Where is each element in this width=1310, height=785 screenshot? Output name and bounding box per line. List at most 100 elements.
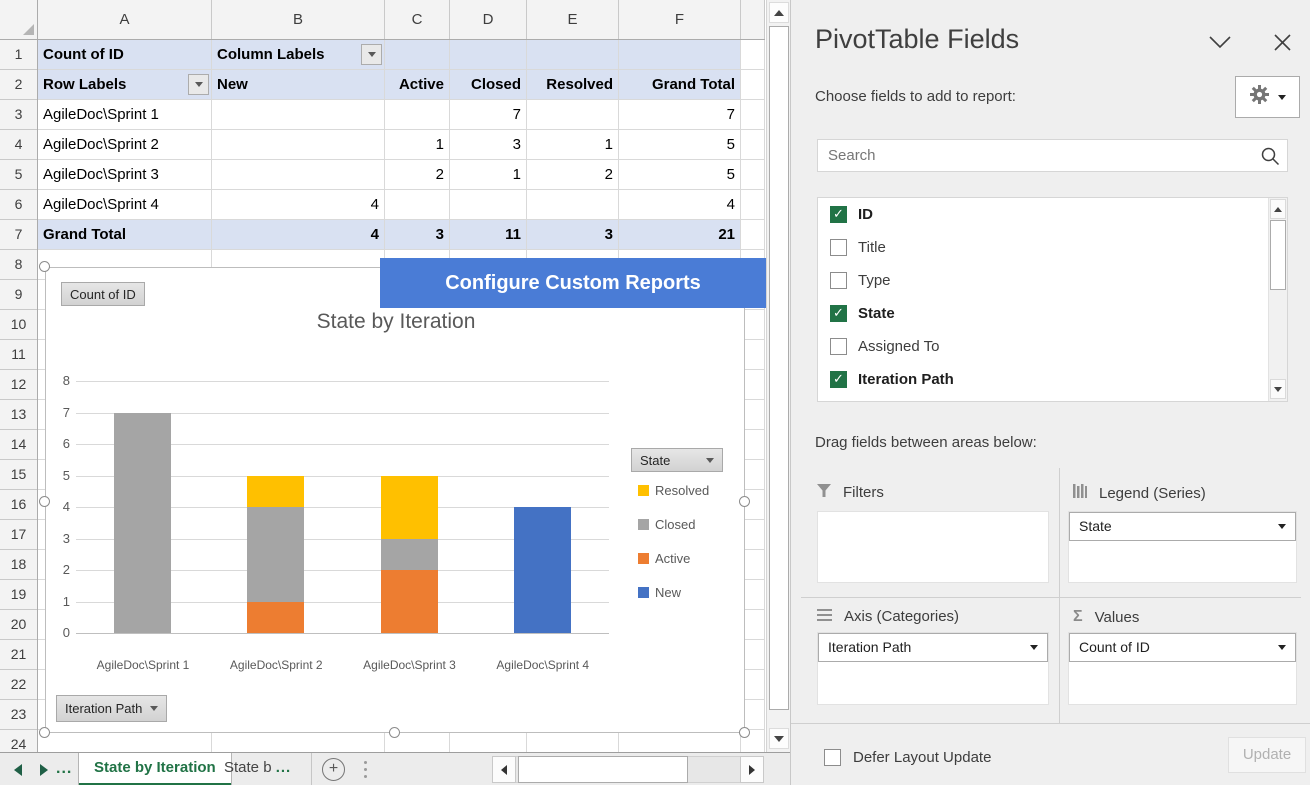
cell[interactable]: 3 <box>385 220 450 250</box>
cell[interactable] <box>527 730 619 752</box>
field-item-assigned-to[interactable]: Assigned To <box>818 330 1287 363</box>
cell[interactable] <box>212 730 385 752</box>
bar-resolved-3[interactable] <box>381 476 438 539</box>
scroll-down-button[interactable] <box>1270 379 1286 399</box>
legend-item-new[interactable]: New <box>638 575 709 609</box>
cell[interactable]: 4 <box>619 190 741 220</box>
chart-handle-bottom-left[interactable] <box>39 727 50 738</box>
vertical-scroll-thumb[interactable] <box>769 26 789 710</box>
row-header-20[interactable]: 20 <box>0 610 37 640</box>
tab-state-by-partial[interactable]: State b ... <box>212 753 312 785</box>
row-header-23[interactable]: 23 <box>0 700 37 730</box>
cell[interactable] <box>450 190 527 220</box>
cell[interactable]: Resolved <box>527 70 619 100</box>
cell[interactable]: Grand Total <box>619 70 741 100</box>
row-header-24[interactable]: 24 <box>0 730 37 752</box>
row-header-8[interactable]: 8 <box>0 250 37 280</box>
field-checkbox[interactable] <box>830 272 847 289</box>
cell[interactable]: AgileDoc\Sprint 3 <box>38 160 212 190</box>
cell[interactable]: 5 <box>619 130 741 160</box>
update-button[interactable]: Update <box>1228 737 1306 773</box>
bar-new-4[interactable] <box>514 507 571 633</box>
field-checkbox[interactable] <box>830 239 847 256</box>
axis-field-pill[interactable]: Iteration Path <box>818 633 1048 662</box>
chart-legend-field-button[interactable]: State <box>631 448 723 472</box>
bar-closed-3[interactable] <box>381 539 438 571</box>
chart-axis-field-button[interactable]: Iteration Path <box>56 695 167 722</box>
pivot-filter-dropdown[interactable] <box>361 44 382 65</box>
cell[interactable]: AgileDoc\Sprint 2 <box>38 130 212 160</box>
cell[interactable] <box>527 100 619 130</box>
field-item-id[interactable]: ✓ID <box>818 198 1287 231</box>
cell[interactable]: Column Labels <box>212 40 385 70</box>
field-checkbox[interactable]: ✓ <box>830 371 847 388</box>
row-header-5[interactable]: 5 <box>0 160 37 190</box>
cell[interactable] <box>527 40 619 70</box>
cell[interactable] <box>619 730 741 752</box>
row-header-7[interactable]: 7 <box>0 220 37 250</box>
cell[interactable] <box>212 130 385 160</box>
pivot-chart[interactable]: State by Iteration Count of ID State Res… <box>45 267 745 733</box>
scroll-up-button[interactable] <box>769 2 789 23</box>
pivot-filter-dropdown[interactable] <box>188 74 209 95</box>
cell[interactable]: 5 <box>619 160 741 190</box>
field-checkbox[interactable]: ✓ <box>830 305 847 322</box>
cell[interactable]: Closed <box>450 70 527 100</box>
row-header-13[interactable]: 13 <box>0 400 37 430</box>
cell[interactable]: Row Labels <box>38 70 212 100</box>
field-checkbox[interactable] <box>830 338 847 355</box>
column-header-F[interactable]: F <box>619 0 741 39</box>
cell[interactable]: 21 <box>619 220 741 250</box>
row-header-12[interactable]: 12 <box>0 370 37 400</box>
column-header-E[interactable]: E <box>527 0 619 39</box>
chart-handle-mid-right[interactable] <box>739 496 750 507</box>
cell[interactable]: 1 <box>450 160 527 190</box>
scroll-left-button[interactable] <box>492 756 516 783</box>
cell[interactable] <box>385 100 450 130</box>
tab-nav-right-icon[interactable] <box>40 764 48 776</box>
legend-drop-zone[interactable]: State <box>1068 511 1297 583</box>
values-field-pill[interactable]: Count of ID <box>1069 633 1296 662</box>
legend-item-closed[interactable]: Closed <box>638 507 709 541</box>
bar-resolved-2[interactable] <box>247 476 304 508</box>
cell[interactable]: 2 <box>527 160 619 190</box>
tab-nav-left-icon[interactable] <box>14 764 22 776</box>
column-header-A[interactable]: A <box>38 0 212 39</box>
row-header-4[interactable]: 4 <box>0 130 37 160</box>
cell[interactable]: AgileDoc\Sprint 4 <box>38 190 212 220</box>
row-header-9[interactable]: 9 <box>0 280 37 310</box>
legend-field-pill[interactable]: State <box>1069 512 1296 541</box>
tab-splitter-handle[interactable] <box>364 761 367 778</box>
scroll-right-button[interactable] <box>740 756 764 783</box>
bar-closed-2[interactable] <box>247 507 304 602</box>
row-header-10[interactable]: 10 <box>0 310 37 340</box>
more-sheets-indicator[interactable]: ... <box>56 753 72 785</box>
cell[interactable]: 2 <box>385 160 450 190</box>
defer-layout-checkbox[interactable] <box>824 749 841 766</box>
row-header-3[interactable]: 3 <box>0 100 37 130</box>
cell[interactable] <box>619 40 741 70</box>
chart-value-field-button[interactable]: Count of ID <box>61 282 145 306</box>
row-header-2[interactable]: 2 <box>0 70 37 100</box>
chart-handle-bottom-right[interactable] <box>739 727 750 738</box>
row-header-15[interactable]: 15 <box>0 460 37 490</box>
field-list-scroll-thumb[interactable] <box>1270 220 1286 290</box>
search-input[interactable] <box>817 139 1288 172</box>
cell[interactable] <box>741 160 765 190</box>
row-header-21[interactable]: 21 <box>0 640 37 670</box>
cell[interactable]: 3 <box>527 220 619 250</box>
row-header-18[interactable]: 18 <box>0 550 37 580</box>
cell[interactable]: Active <box>385 70 450 100</box>
row-header-14[interactable]: 14 <box>0 430 37 460</box>
bar-closed-1[interactable] <box>114 413 171 634</box>
cell[interactable]: 7 <box>450 100 527 130</box>
scroll-up-button[interactable] <box>1270 199 1286 219</box>
cell[interactable]: 11 <box>450 220 527 250</box>
close-icon[interactable] <box>1274 34 1291 56</box>
axis-drop-zone[interactable]: Iteration Path <box>817 632 1049 705</box>
cell[interactable] <box>741 100 765 130</box>
row-header-22[interactable]: 22 <box>0 670 37 700</box>
field-checkbox[interactable]: ✓ <box>830 206 847 223</box>
cell[interactable]: 3 <box>450 130 527 160</box>
cell[interactable] <box>385 40 450 70</box>
